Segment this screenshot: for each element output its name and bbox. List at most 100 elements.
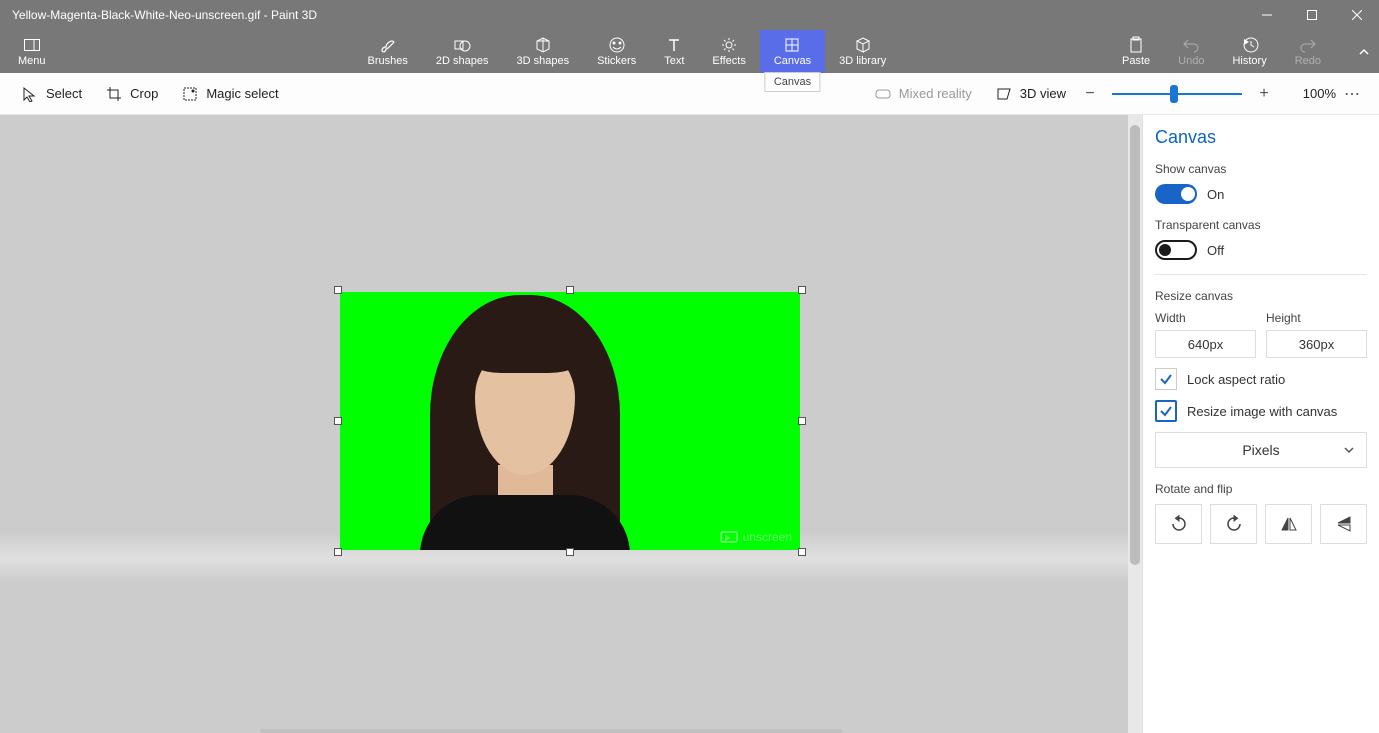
ribbon-undo-button: Undo bbox=[1164, 30, 1218, 73]
more-options-button[interactable]: ⋯ bbox=[1336, 84, 1369, 104]
units-value: Pixels bbox=[1242, 442, 1279, 458]
crop-tool[interactable]: Crop bbox=[94, 82, 170, 106]
ribbon-stickers-button[interactable]: Stickers bbox=[583, 30, 650, 73]
close-button[interactable] bbox=[1334, 0, 1379, 30]
effects-icon bbox=[720, 36, 738, 54]
flip-horizontal-button[interactable] bbox=[1265, 504, 1312, 544]
ribbon-history-button[interactable]: History bbox=[1218, 30, 1280, 73]
secondary-toolbar: Select Crop Magic select Mixed reality 3… bbox=[0, 73, 1379, 115]
height-input[interactable]: 360px bbox=[1266, 330, 1367, 358]
transparent-canvas-label: Transparent canvas bbox=[1155, 218, 1367, 232]
ribbon-item-label: 3D shapes bbox=[516, 55, 569, 67]
watermark-text: unscreen bbox=[743, 530, 792, 544]
ribbon-shapes2d-button[interactable]: 2D shapes bbox=[422, 30, 503, 73]
ribbon-item-label: Text bbox=[664, 55, 684, 67]
select-label: Select bbox=[46, 86, 82, 101]
ribbon-paste-button[interactable]: Paste bbox=[1108, 30, 1164, 73]
menu-button[interactable]: Menu bbox=[0, 30, 64, 73]
crop-label: Crop bbox=[130, 86, 158, 101]
units-dropdown[interactable]: Pixels bbox=[1155, 432, 1367, 468]
ribbon-item-label: 3D library bbox=[839, 55, 886, 67]
mixed-reality-tool: Mixed reality bbox=[863, 82, 984, 106]
zoom-controls: − + 100% bbox=[1078, 82, 1336, 106]
resize-handle-br[interactable] bbox=[798, 548, 806, 556]
panel-title: Canvas bbox=[1155, 127, 1367, 148]
height-label: Height bbox=[1266, 311, 1367, 325]
rotate-flip-label: Rotate and flip bbox=[1155, 482, 1367, 496]
transparent-canvas-toggle[interactable] bbox=[1155, 240, 1197, 260]
resize-canvas-label: Resize canvas bbox=[1155, 289, 1367, 303]
library3d-icon bbox=[854, 36, 872, 54]
resize-handle-bl[interactable] bbox=[334, 548, 342, 556]
horizontal-scrollbar[interactable] bbox=[260, 729, 842, 733]
resize-handle-ml[interactable] bbox=[334, 417, 342, 425]
history-icon bbox=[1241, 36, 1259, 54]
brushes-icon bbox=[379, 36, 397, 54]
resize-handle-tr[interactable] bbox=[798, 286, 806, 294]
mixed-reality-label: Mixed reality bbox=[899, 86, 972, 101]
3d-view-label: 3D view bbox=[1020, 86, 1066, 101]
window-title: Yellow-Magenta-Black-White-Neo-unscreen.… bbox=[0, 8, 1244, 22]
ribbon-item-label: 2D shapes bbox=[436, 55, 489, 67]
rotate-cw-button[interactable] bbox=[1210, 504, 1257, 544]
ribbon-item-label: Effects bbox=[712, 55, 745, 67]
shapes3d-icon bbox=[534, 36, 552, 54]
ribbon-redo-button: Redo bbox=[1281, 30, 1335, 73]
chevron-down-icon bbox=[1344, 442, 1354, 458]
show-canvas-toggle[interactable] bbox=[1155, 184, 1197, 204]
ribbon-item-label: Canvas bbox=[774, 55, 811, 67]
canvas-selection[interactable]: unscreen bbox=[340, 292, 800, 550]
resize-image-row[interactable]: Resize image with canvas bbox=[1155, 400, 1367, 422]
lock-aspect-row[interactable]: Lock aspect ratio bbox=[1155, 368, 1367, 390]
watermark: unscreen bbox=[720, 530, 792, 544]
menu-icon bbox=[24, 36, 40, 54]
zoom-value: 100% bbox=[1286, 86, 1336, 101]
collapse-ribbon-button[interactable] bbox=[1349, 30, 1379, 73]
resize-image-checkbox[interactable] bbox=[1155, 400, 1177, 422]
ribbon-item-label: Paste bbox=[1122, 55, 1150, 67]
zoom-out-button[interactable]: − bbox=[1078, 82, 1102, 106]
transparent-canvas-state: Off bbox=[1207, 243, 1224, 258]
resize-handle-tl[interactable] bbox=[334, 286, 342, 294]
tooltip: Canvas bbox=[765, 72, 820, 92]
maximize-button[interactable] bbox=[1289, 0, 1334, 30]
stickers-icon bbox=[608, 36, 626, 54]
ribbon-item-label: Undo bbox=[1178, 55, 1204, 67]
ribbon: Menu Brushes 2D shapes 3D shapes Stickers Te… bbox=[0, 30, 1379, 73]
ribbon-effects-button[interactable]: Effects bbox=[698, 30, 759, 73]
ribbon-item-label: Redo bbox=[1295, 55, 1321, 67]
lock-aspect-checkbox[interactable] bbox=[1155, 368, 1177, 390]
ribbon-text-button[interactable]: Text bbox=[650, 30, 698, 73]
magic-select-tool[interactable]: Magic select bbox=[170, 82, 290, 106]
width-input[interactable]: 640px bbox=[1155, 330, 1256, 358]
main-area: unscreen Canvas Show canvas On Transpare… bbox=[0, 115, 1379, 733]
ribbon-brushes-button[interactable]: Brushes bbox=[354, 30, 422, 73]
shapes2d-icon bbox=[453, 36, 471, 54]
ribbon-library3d-button[interactable]: 3D library bbox=[825, 30, 900, 73]
minimize-button[interactable] bbox=[1244, 0, 1289, 30]
resize-handle-tm[interactable] bbox=[566, 286, 574, 294]
redo-icon bbox=[1299, 36, 1317, 54]
resize-handle-bm[interactable] bbox=[566, 548, 574, 556]
canvas-image: unscreen bbox=[340, 292, 800, 550]
3d-view-tool[interactable]: 3D view bbox=[984, 82, 1078, 106]
select-tool[interactable]: Select bbox=[10, 82, 94, 106]
menu-label: Menu bbox=[18, 55, 46, 67]
width-label: Width bbox=[1155, 311, 1256, 325]
zoom-in-button[interactable]: + bbox=[1252, 82, 1276, 106]
resize-handle-mr[interactable] bbox=[798, 417, 806, 425]
ribbon-shapes3d-button[interactable]: 3D shapes bbox=[502, 30, 583, 73]
ribbon-item-label: Stickers bbox=[597, 55, 636, 67]
zoom-slider[interactable] bbox=[1112, 84, 1242, 104]
canvas-panel: Canvas Show canvas On Transparent canvas… bbox=[1142, 115, 1379, 733]
undo-icon bbox=[1182, 36, 1200, 54]
flip-vertical-button[interactable] bbox=[1320, 504, 1367, 544]
workspace[interactable]: unscreen bbox=[0, 115, 1142, 733]
watermark-icon bbox=[720, 531, 738, 543]
title-bar: Yellow-Magenta-Black-White-Neo-unscreen.… bbox=[0, 0, 1379, 30]
rotate-ccw-button[interactable] bbox=[1155, 504, 1202, 544]
lock-aspect-label: Lock aspect ratio bbox=[1187, 372, 1285, 387]
ribbon-canvas-button[interactable]: CanvasCanvas bbox=[760, 30, 825, 73]
text-icon bbox=[665, 36, 683, 54]
vertical-scrollbar[interactable] bbox=[1128, 115, 1142, 733]
